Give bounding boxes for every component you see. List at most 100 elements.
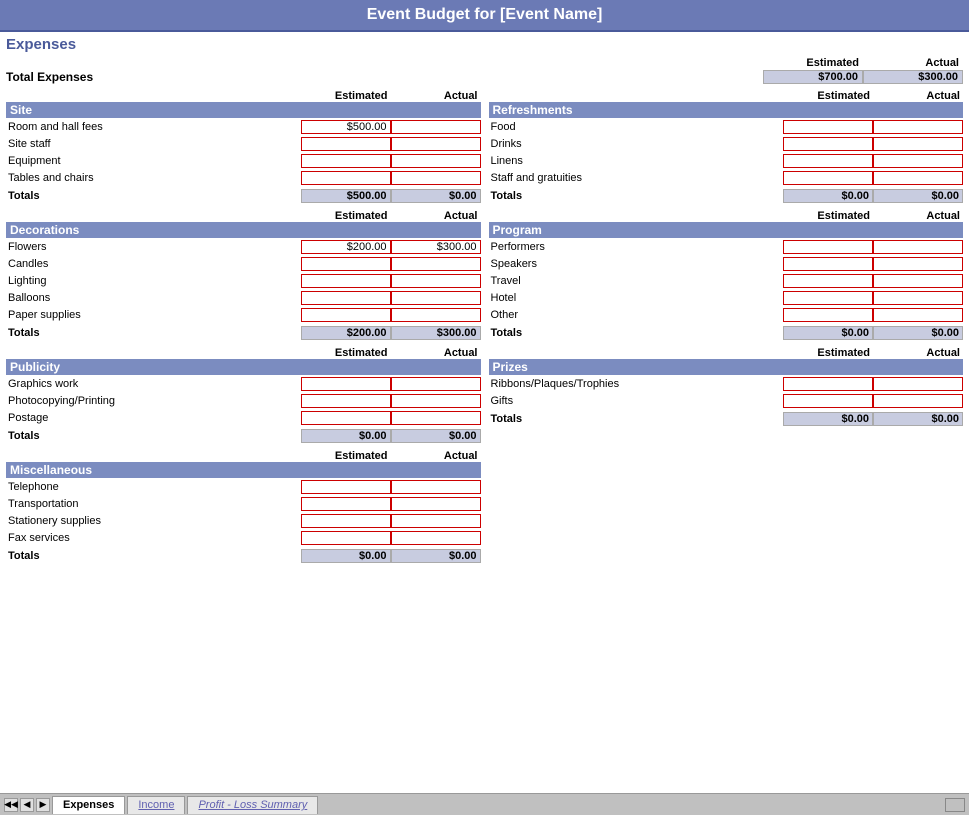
row-estimated[interactable]: [301, 308, 391, 322]
row-estimated[interactable]: $200.00: [301, 240, 391, 254]
row-label: Other: [489, 309, 784, 321]
col-label-spacer: [489, 90, 784, 102]
totals-label: Totals: [489, 413, 784, 425]
data-row: Postage: [6, 409, 481, 426]
row-estimated[interactable]: [301, 274, 391, 288]
row-actual[interactable]: [391, 120, 481, 134]
row-actual[interactable]: [873, 291, 963, 305]
data-row: Speakers: [489, 255, 964, 272]
tab-nav-first[interactable]: ◀◀: [4, 798, 18, 812]
col-headers-program: Estimated Actual: [489, 210, 964, 222]
section-site: Estimated Actual SiteRoom and hall fees$…: [6, 90, 481, 204]
row-actual[interactable]: [391, 394, 481, 408]
col-label-spacer: [6, 347, 301, 359]
row-estimated[interactable]: [783, 291, 873, 305]
row-estimated[interactable]: [783, 137, 873, 151]
row-estimated[interactable]: [301, 377, 391, 391]
row-estimated[interactable]: [301, 514, 391, 528]
row-actual[interactable]: [391, 154, 481, 168]
row-estimated[interactable]: [783, 257, 873, 271]
section-title-site: Site: [6, 102, 481, 118]
actual-header: Actual: [391, 210, 481, 222]
actual-header: Actual: [873, 90, 963, 102]
row-estimated[interactable]: [301, 171, 391, 185]
data-row: Staff and gratuities: [489, 169, 964, 186]
row-estimated[interactable]: [301, 411, 391, 425]
row-actual[interactable]: [873, 377, 963, 391]
col-label-spacer: [489, 347, 784, 359]
row-actual[interactable]: [391, 257, 481, 271]
row-actual[interactable]: [873, 257, 963, 271]
scrollbar[interactable]: [945, 798, 965, 812]
row-estimated[interactable]: [301, 497, 391, 511]
totals-label: Totals: [6, 550, 301, 562]
row-actual[interactable]: $300.00: [391, 240, 481, 254]
row-actual[interactable]: [391, 480, 481, 494]
row-label: Drinks: [489, 138, 784, 150]
row-estimated[interactable]: [783, 240, 873, 254]
row-estimated[interactable]: [783, 274, 873, 288]
row-actual[interactable]: [391, 531, 481, 545]
row-label: Equipment: [6, 155, 301, 167]
row-actual[interactable]: [391, 171, 481, 185]
row-estimated[interactable]: [301, 154, 391, 168]
row-estimated[interactable]: [301, 394, 391, 408]
total-expenses-band: Total Expenses $700.00 $300.00: [6, 70, 963, 84]
tab-profit-loss[interactable]: Profit - Loss Summary: [187, 796, 318, 814]
row-actual[interactable]: [873, 394, 963, 408]
data-row: Linens: [489, 152, 964, 169]
row-estimated[interactable]: [783, 154, 873, 168]
row-estimated[interactable]: [783, 120, 873, 134]
tab-income[interactable]: Income: [127, 796, 185, 814]
row-actual[interactable]: [391, 274, 481, 288]
page-title: Event Budget for [Event Name]: [367, 6, 603, 23]
row-actual[interactable]: [873, 171, 963, 185]
row-estimated[interactable]: [301, 480, 391, 494]
row-actual[interactable]: [873, 240, 963, 254]
row-actual[interactable]: [873, 274, 963, 288]
row-actual[interactable]: [391, 497, 481, 511]
row-estimated[interactable]: [783, 394, 873, 408]
row-actual[interactable]: [873, 308, 963, 322]
data-row: Food: [489, 118, 964, 135]
row-actual[interactable]: [391, 137, 481, 151]
row-estimated[interactable]: [301, 531, 391, 545]
col-headers-miscellaneous: Estimated Actual: [6, 450, 481, 462]
totals-label: Totals: [489, 327, 784, 339]
totals-actual: $0.00: [873, 326, 963, 340]
row-label: Gifts: [489, 395, 784, 407]
tab-nav-next[interactable]: ▶: [36, 798, 50, 812]
col-label-spacer: [6, 90, 301, 102]
estimated-header-top: Estimated: [763, 57, 863, 69]
section-refreshments: Estimated Actual RefreshmentsFoodDrinksL…: [489, 90, 964, 204]
actual-header: Actual: [391, 90, 481, 102]
row-actual[interactable]: [391, 377, 481, 391]
row-estimated[interactable]: [783, 377, 873, 391]
actual-header-top: Actual: [863, 57, 963, 69]
row-estimated[interactable]: [301, 291, 391, 305]
row-actual[interactable]: [391, 291, 481, 305]
tab-expenses[interactable]: Expenses: [52, 796, 125, 814]
row-actual[interactable]: [873, 137, 963, 151]
row-label: Paper supplies: [6, 309, 301, 321]
row-estimated[interactable]: $500.00: [301, 120, 391, 134]
row-estimated[interactable]: [301, 137, 391, 151]
section-title-miscellaneous: Miscellaneous: [6, 462, 481, 478]
totals-estimated: $0.00: [783, 326, 873, 340]
row-label: Site staff: [6, 138, 301, 150]
row-actual[interactable]: [391, 411, 481, 425]
row-actual[interactable]: [391, 514, 481, 528]
data-row: Ribbons/Plaques/Trophies: [489, 375, 964, 392]
row-actual[interactable]: [391, 308, 481, 322]
estimated-header: Estimated: [301, 210, 391, 222]
row-estimated[interactable]: [783, 171, 873, 185]
row-actual[interactable]: [873, 120, 963, 134]
tab-nav-prev[interactable]: ◀: [20, 798, 34, 812]
totals-actual: $0.00: [873, 189, 963, 203]
estimated-header: Estimated: [301, 90, 391, 102]
row-estimated[interactable]: [783, 308, 873, 322]
row-actual[interactable]: [873, 154, 963, 168]
row-estimated[interactable]: [301, 257, 391, 271]
row-label: Food: [489, 121, 784, 133]
totals-actual: $0.00: [391, 189, 481, 203]
